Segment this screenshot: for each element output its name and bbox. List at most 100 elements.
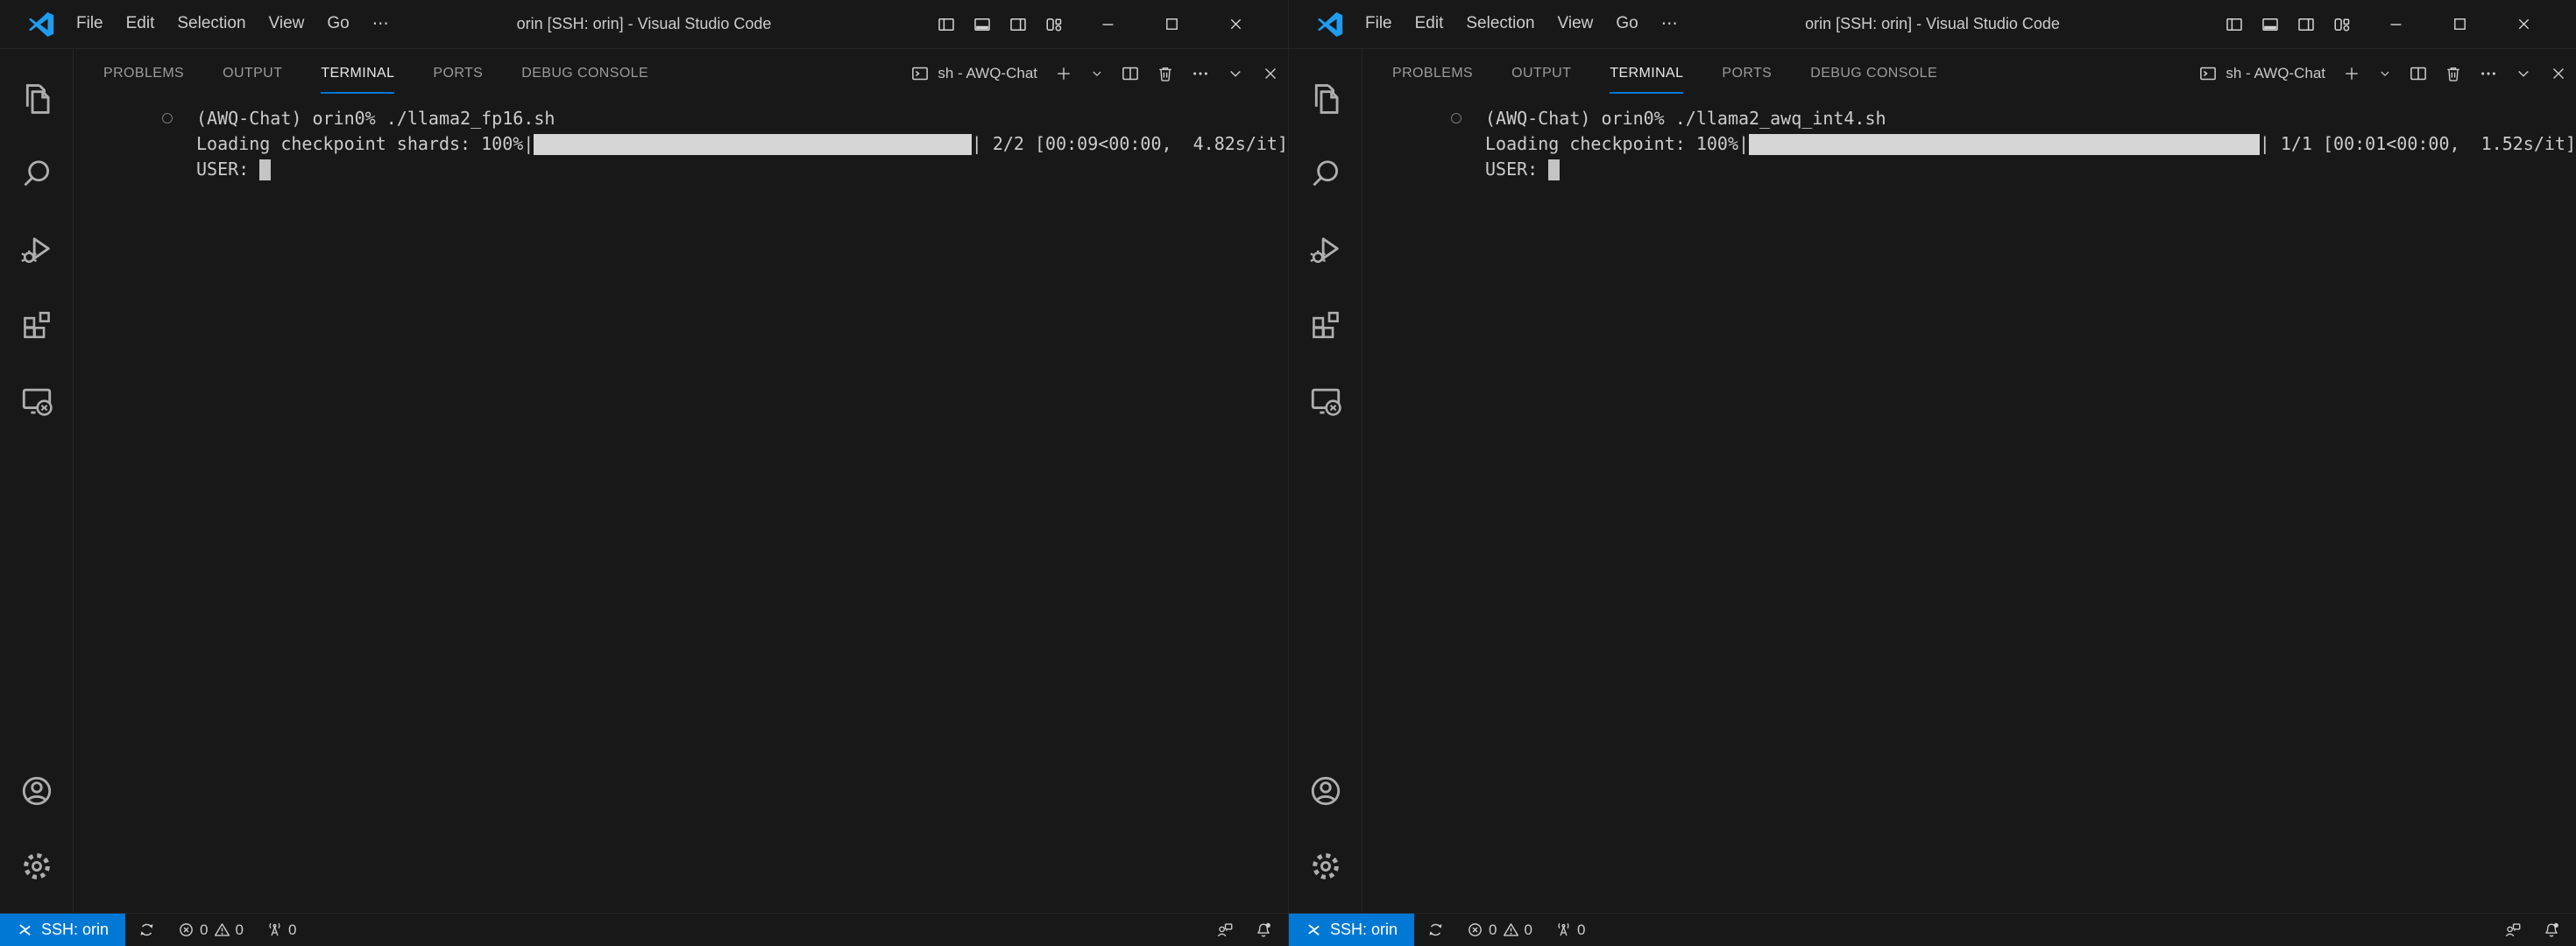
feedback-icon[interactable] xyxy=(1216,921,1234,939)
radio-tower-icon xyxy=(1555,921,1572,938)
extensions-icon[interactable] xyxy=(1289,287,1362,363)
menu-view[interactable]: View xyxy=(258,9,316,39)
problems-status[interactable]: 0 0 xyxy=(1467,921,1532,939)
menu-view[interactable]: View xyxy=(1546,9,1605,39)
tab-ports[interactable]: PORTS xyxy=(1722,49,1772,98)
menu-file[interactable]: File xyxy=(1354,9,1404,39)
menu-selection[interactable]: Selection xyxy=(166,9,257,39)
minimize-button[interactable] xyxy=(2388,16,2404,32)
notifications-bell-icon[interactable] xyxy=(2543,921,2560,939)
close-panel-icon[interactable] xyxy=(1262,65,1279,82)
menu-go[interactable]: Go xyxy=(315,9,360,39)
settings-gear-icon[interactable] xyxy=(0,829,74,904)
sync-icon xyxy=(138,921,155,938)
sync-status[interactable] xyxy=(1427,921,1444,938)
panel-actions: sh - AWQ-Chat xyxy=(2199,65,2576,82)
more-actions-icon[interactable] xyxy=(1192,65,1209,82)
menu-more[interactable]: ⋯ xyxy=(361,9,400,39)
ports-status[interactable]: 0 xyxy=(266,921,296,939)
close-panel-icon[interactable] xyxy=(2550,65,2567,82)
titlebar: File Edit Selection View Go ⋯ orin [SSH:… xyxy=(1289,0,2576,49)
progress-suffix-text: | 2/2 [00:09<00:00, 4.82s/it] xyxy=(972,131,1288,157)
hide-panel-chevron-icon[interactable] xyxy=(2515,65,2532,82)
explorer-icon[interactable] xyxy=(0,61,74,137)
settings-gear-icon[interactable] xyxy=(1289,829,1362,904)
close-window-button[interactable] xyxy=(2516,16,2532,32)
terminal-icon xyxy=(911,65,929,82)
tab-terminal[interactable]: TERMINAL xyxy=(1610,49,1683,98)
customize-layout-icon[interactable] xyxy=(2333,16,2351,33)
kill-terminal-icon[interactable] xyxy=(1157,65,1174,82)
tab-problems[interactable]: PROBLEMS xyxy=(1392,49,1473,98)
menu-go[interactable]: Go xyxy=(1604,9,1649,39)
terminal-output[interactable]: (AWQ-Chat) orin0% ./llama2_awq_int4.sh L… xyxy=(1362,98,2576,913)
toggle-secondary-sidebar-icon[interactable] xyxy=(2297,16,2315,33)
run-debug-icon[interactable] xyxy=(0,212,74,287)
search-icon[interactable] xyxy=(0,137,74,212)
customize-layout-icon[interactable] xyxy=(1045,16,1063,33)
toggle-panel-icon[interactable] xyxy=(2261,16,2279,33)
explorer-icon[interactable] xyxy=(1289,61,1362,137)
terminal-prompt-line: (AWQ-Chat) orin0% ./llama2_fp16.sh xyxy=(196,106,1288,131)
notifications-bell-icon[interactable] xyxy=(1255,921,1272,939)
accounts-icon[interactable] xyxy=(0,753,74,829)
toggle-panel-icon[interactable] xyxy=(973,16,991,33)
sync-status[interactable] xyxy=(138,921,155,938)
tab-debug-console[interactable]: DEBUG CONSOLE xyxy=(521,49,648,98)
ports-status[interactable]: 0 xyxy=(1555,921,1585,939)
extensions-icon[interactable] xyxy=(0,287,74,363)
remote-explorer-icon[interactable] xyxy=(1289,363,1362,438)
tab-terminal[interactable]: TERMINAL xyxy=(321,49,394,98)
hide-panel-chevron-icon[interactable] xyxy=(1227,65,1244,82)
split-terminal-icon[interactable] xyxy=(1122,65,1139,82)
toggle-sidebar-icon[interactable] xyxy=(938,16,955,33)
menu-more[interactable]: ⋯ xyxy=(1650,9,1689,39)
run-debug-icon[interactable] xyxy=(1289,212,1362,287)
terminal-session-chip[interactable]: sh - AWQ-Chat xyxy=(911,65,1037,82)
tab-ports[interactable]: PORTS xyxy=(433,49,483,98)
tab-output[interactable]: OUTPUT xyxy=(1511,49,1571,98)
terminal-command-text: (AWQ-Chat) orin0% ./llama2_fp16.sh xyxy=(196,106,555,131)
toggle-secondary-sidebar-icon[interactable] xyxy=(1009,16,1027,33)
maximize-button[interactable] xyxy=(2452,16,2468,32)
minimize-button[interactable] xyxy=(1100,16,1116,32)
close-window-button[interactable] xyxy=(1228,16,1244,32)
remote-indicator[interactable]: SSH: orin xyxy=(0,914,125,946)
accounts-icon[interactable] xyxy=(1289,753,1362,829)
window-controls xyxy=(1100,16,1288,32)
terminal-prompt-line: (AWQ-Chat) orin0% ./llama2_awq_int4.sh xyxy=(1485,106,2576,131)
kill-terminal-icon[interactable] xyxy=(2445,65,2462,82)
menu-file[interactable]: File xyxy=(65,9,115,39)
terminal-launch-dropdown-icon[interactable] xyxy=(2378,67,2392,81)
maximize-button[interactable] xyxy=(1164,16,1180,32)
terminal-launch-dropdown-icon[interactable] xyxy=(1090,67,1104,81)
progress-bar xyxy=(534,134,971,155)
feedback-icon[interactable] xyxy=(2504,921,2522,939)
menu-edit[interactable]: Edit xyxy=(115,9,166,39)
problems-status[interactable]: 0 0 xyxy=(178,921,244,939)
terminal-output[interactable]: (AWQ-Chat) orin0% ./llama2_fp16.sh Loadi… xyxy=(74,98,1288,913)
tab-output[interactable]: OUTPUT xyxy=(223,49,282,98)
toggle-sidebar-icon[interactable] xyxy=(2226,16,2243,33)
remote-icon xyxy=(17,921,33,938)
new-terminal-icon[interactable] xyxy=(2343,65,2360,82)
new-terminal-icon[interactable] xyxy=(1055,65,1072,82)
more-actions-icon[interactable] xyxy=(2480,65,2497,82)
command-decoration-icon[interactable] xyxy=(162,113,173,124)
split-terminal-icon[interactable] xyxy=(2410,65,2427,82)
remote-explorer-icon[interactable] xyxy=(0,363,74,438)
remote-label: SSH: orin xyxy=(41,921,109,939)
titlebar: File Edit Selection View Go ⋯ orin [SSH:… xyxy=(0,0,1288,49)
tab-problems[interactable]: PROBLEMS xyxy=(103,49,184,98)
menu-bar: File Edit Selection View Go ⋯ xyxy=(65,9,400,39)
remote-indicator[interactable]: SSH: orin xyxy=(1289,914,1414,946)
command-decoration-icon[interactable] xyxy=(1451,113,1461,124)
tab-debug-console[interactable]: DEBUG CONSOLE xyxy=(1810,49,1937,98)
sync-icon xyxy=(1427,921,1444,938)
menu-edit[interactable]: Edit xyxy=(1404,9,1455,39)
bottom-panel: PROBLEMS OUTPUT TERMINAL PORTS DEBUG CON… xyxy=(1362,49,2576,913)
search-icon[interactable] xyxy=(1289,137,1362,212)
menu-selection[interactable]: Selection xyxy=(1454,9,1546,39)
layout-controls xyxy=(2226,16,2351,33)
terminal-session-chip[interactable]: sh - AWQ-Chat xyxy=(2199,65,2325,82)
